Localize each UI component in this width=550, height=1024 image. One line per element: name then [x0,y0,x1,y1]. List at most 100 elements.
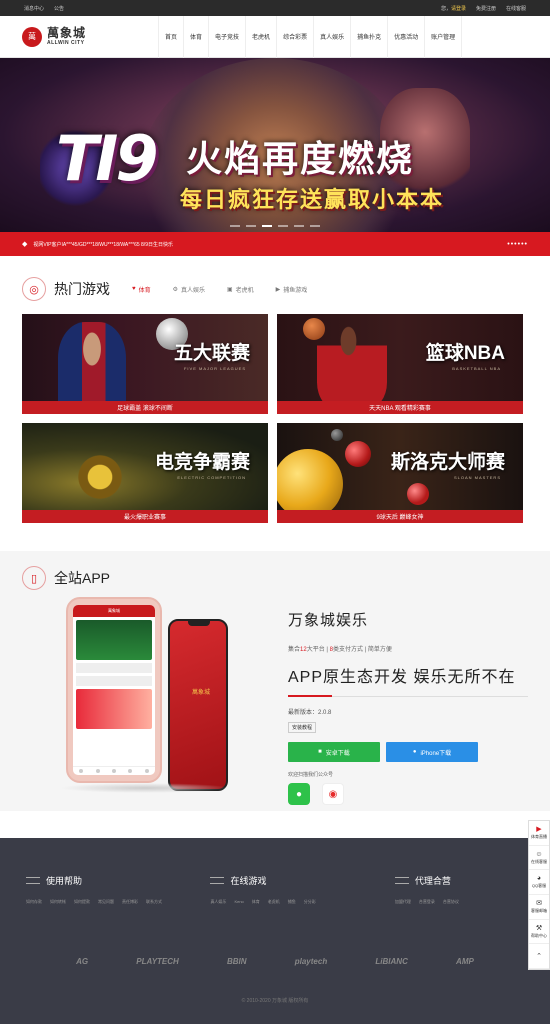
partner-logo-playtech-2: playtech [294,957,328,966]
footer-link[interactable]: 联系方式 [146,899,162,905]
register-link[interactable]: 免费注册 [476,5,496,12]
app-section: ▯ 全站APP 萬象城 萬象城 万象城娱乐 集合12大平台 | 8类支付方式 |… [0,551,550,811]
tab-slots[interactable]: ▣ 老虎机 [227,285,254,294]
site-logo[interactable]: 萬 萬象城 ALLWIN CITY [22,26,158,47]
phone-notch [188,621,210,626]
side-live-sports[interactable]: ▶ 体育直播 [529,821,549,846]
snooker-ball-art [277,449,343,519]
app-slogan: APP原生态开发 娱乐无所不在 [288,663,528,697]
footer-link[interactable]: 真人娱乐 [210,899,226,905]
footer-link[interactable]: 体育 [252,899,260,905]
footer-link[interactable]: 老虎机 [268,899,280,905]
banner-dot[interactable] [230,225,240,227]
footer-link[interactable]: 分分彩 [304,899,316,905]
tab-label: 真人娱乐 [180,287,205,294]
banner-dot[interactable] [246,225,256,227]
play-icon: ▶ [536,826,542,834]
announcement-ticker: ◆ 视网VIP客户IA***45/GD***18/WU***18/WA***65… [0,232,550,256]
app-features: 集合12大平台 | 8类支付方式 | 简单方便 [288,644,528,653]
game-card-snooker[interactable]: 斯洛克大师赛 SLOAN MASTERS 9球天后 巅峰女神 [277,423,523,523]
footer-link[interactable]: 合营登录 [419,899,435,905]
phone-mockups: 萬象城 萬象城 [60,597,240,797]
game-card-nba[interactable]: 篮球NBA BASKETBALL NBA 天天NBA 观看精彩赛事 [277,314,523,414]
side-help[interactable]: ⚒ 帮助中心 [529,920,549,945]
main-header: 萬 萬象城 ALLWIN CITY 首页 体育 电子竞技 老虎机 综合彩票 真人… [0,15,550,58]
follow-text: 欢迎扫描我们公众号 [288,772,334,778]
ticker-text[interactable]: 视网VIP客户IA***45/GD***18/WU***18/WA***65 8… [33,241,173,248]
phone-back-logo: 萬象城 [192,689,211,696]
basketball-art [303,318,325,340]
banner-dot[interactable] [310,225,320,227]
online-service-link[interactable]: 在线客服 [506,5,526,12]
back-to-top[interactable]: ⌃ [529,944,549,970]
nav-fishing-poker[interactable]: 捕鱼扑克 [350,15,387,58]
announcement-link[interactable]: 公告 [54,5,64,12]
feat-text: 大平台 | [306,647,330,653]
snooker-ball-art [407,483,429,505]
footer-link[interactable]: 责任博彩 [122,899,138,905]
apple-icon: ● [412,749,417,755]
nav-account[interactable]: 账户管理 [424,15,463,58]
partner-logo-libianc: LiBIANC [375,957,408,966]
side-qq-service[interactable]: ◕ QQ客服 [529,870,549,896]
tab-live-casino[interactable]: ⚙ 真人娱乐 [173,285,205,294]
wrench-icon: ⚒ [535,925,543,933]
install-guide-button[interactable]: 安装教程 [288,722,317,733]
main-nav: 首页 体育 电子竞技 老虎机 综合彩票 真人娱乐 捕鱼扑克 优惠活动 账户管理 [158,15,463,58]
floating-sidebar: ▶ 体育直播 ☺ 在线客服 ◕ QQ客服 ✉ 客服邮箱 ⚒ 帮助中心 ⌃ [528,820,550,970]
button-label: iPhone下载 [420,750,452,757]
chip-icon: ⚙ [172,286,178,293]
logo-chinese-text: 萬象城 [47,26,87,40]
nav-esports[interactable]: 电子竞技 [208,15,245,58]
wechat-icon[interactable]: ● [288,783,310,805]
tab-fishing[interactable]: ▶ 捕鱼游戏 [276,285,308,294]
mail-icon: ✉ [536,900,542,908]
nav-home[interactable]: 首页 [158,15,183,58]
side-label: QQ客服 [531,883,547,889]
login-link[interactable]: 请登录 [451,6,466,12]
banner-dot[interactable] [294,225,304,227]
card-subtitle: ELECTRIC COMPETITION [177,475,246,480]
nav-slots[interactable]: 老虎机 [245,15,276,58]
footer-link[interactable]: 合营协议 [443,899,459,905]
tab-sports[interactable]: ♥ 体育 [132,285,151,294]
nav-lottery[interactable]: 综合彩票 [276,15,313,58]
footer-link[interactable]: Keno [234,899,243,905]
phone-list-row [76,676,152,686]
card-title: 斯洛克大师赛 [390,452,505,473]
soccer-player-art [58,322,126,412]
card-caption: 最火爆职业赛事 [22,510,268,523]
app-version: 最新版本：2.0.8 [288,710,332,716]
footer-link[interactable]: 如何提款 [74,899,90,905]
banner-dot-active[interactable] [262,225,272,227]
fish-icon: ▶ [275,286,281,293]
footer-link[interactable]: 常见问题 [98,899,114,905]
message-center-link[interactable]: 消息中心 [24,5,44,12]
iphone-download-button[interactable]: ● iPhone下载 [386,742,478,762]
footer-link[interactable]: 如何存款 [26,899,42,905]
partner-logos: AG PLAYTECH BBIN playtech LiBIANC AMP [26,957,524,966]
nav-sports[interactable]: 体育 [183,15,208,58]
partner-logo-playtech: PLAYTECH [136,957,179,966]
chevron-up-icon: ⌃ [536,953,542,961]
side-email[interactable]: ✉ 客服邮箱 [529,895,549,920]
footer-link[interactable]: 如何转帐 [50,899,66,905]
footer-link[interactable]: 捕鱼 [288,899,296,905]
nav-promotions[interactable]: 优惠活动 [387,15,424,58]
banner-dot[interactable] [278,225,288,227]
game-card-esports[interactable]: 电竞争霸赛 ELECTRIC COMPETITION 最火爆职业赛事 [22,423,268,523]
android-download-button[interactable]: ■ 安卓下载 [288,742,380,762]
footer-link[interactable]: 加盟代理 [395,899,411,905]
top-bar: 消息中心 公告 您，请登录 免费注册 在线客服 [0,0,550,16]
game-card-leagues[interactable]: 五大联赛 FIVE MAJOR LEAGUES 足球霸盖 滚球不间断 [22,314,268,414]
hero-banner[interactable]: TI9 火焰再度燃烧 每日疯狂存送赢取小本本 [0,58,550,232]
card-title: 篮球NBA [425,343,505,364]
card-caption: 天天NBA 观看精彩赛事 [277,401,523,414]
ticker-pager[interactable]: •••••• [507,241,528,248]
side-online-service[interactable]: ☺ 在线客服 [529,846,549,871]
copyright: © 2010-2020 万象城 版权所有 [241,998,309,1004]
nav-live-casino[interactable]: 真人娱乐 [313,15,350,58]
hot-games-grid: 五大联赛 FIVE MAJOR LEAGUES 足球霸盖 滚球不间断 篮球NBA… [22,314,528,523]
weibo-icon[interactable]: ◉ [322,783,344,805]
tab-label: 体育 [138,287,151,294]
